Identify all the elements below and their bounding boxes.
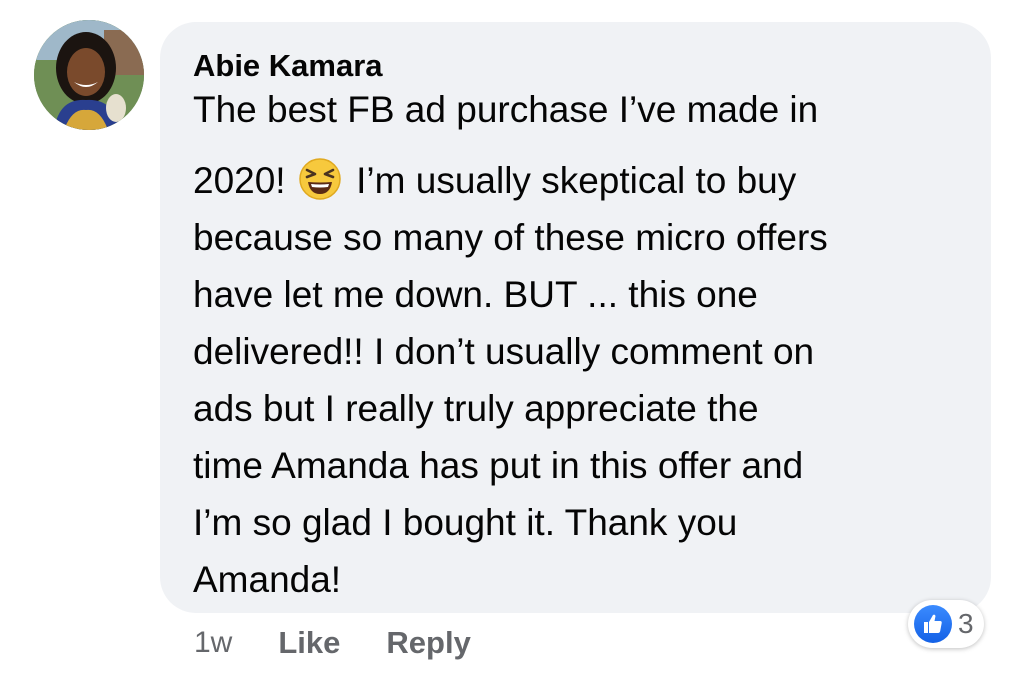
comment-line: time Amanda has put in this offer and [193,445,804,486]
comment-line: delivered!! I don’t usually comment on [193,331,815,372]
reaction-count: 3 [958,608,974,639]
avatar[interactable] [34,20,144,130]
comment-line-part: I’m usually skeptical to buy [356,160,797,201]
like-button[interactable]: Like [278,625,340,661]
reply-button[interactable]: Reply [386,625,470,661]
comment-line: I’m so glad I bought it. Thank you [193,502,738,543]
thumbs-up-icon [914,605,952,643]
comment-body: The best FB ad purchase I’ve made in 202… [193,86,961,608]
comment-line: The best FB ad purchase I’ve made in [193,89,819,130]
comment-bubble: Abie Kamara The best FB ad purchase I’ve… [160,22,991,613]
avatar-photo [34,20,144,130]
comment-line: ads but I really truly appreciate the [193,388,759,429]
comment-line: Amanda! [193,559,342,600]
author-name[interactable]: Abie Kamara [193,46,961,86]
comment-actions: 1w Like Reply [194,618,471,668]
comment-line: because so many of these micro offers [193,217,828,258]
comment-line-with-emoji: 2020! I’m usually skeptical to buy [193,152,961,209]
comment-line: have let me down. BUT ... this one [193,274,758,315]
laughing-squinting-emoji-icon [298,157,342,201]
comment: Abie Kamara The best FB ad purchase I’ve… [0,0,1024,677]
comment-line-part: 2020! [193,160,286,201]
timestamp[interactable]: 1w [194,626,232,660]
reactions-summary[interactable]: 3 [908,600,984,648]
